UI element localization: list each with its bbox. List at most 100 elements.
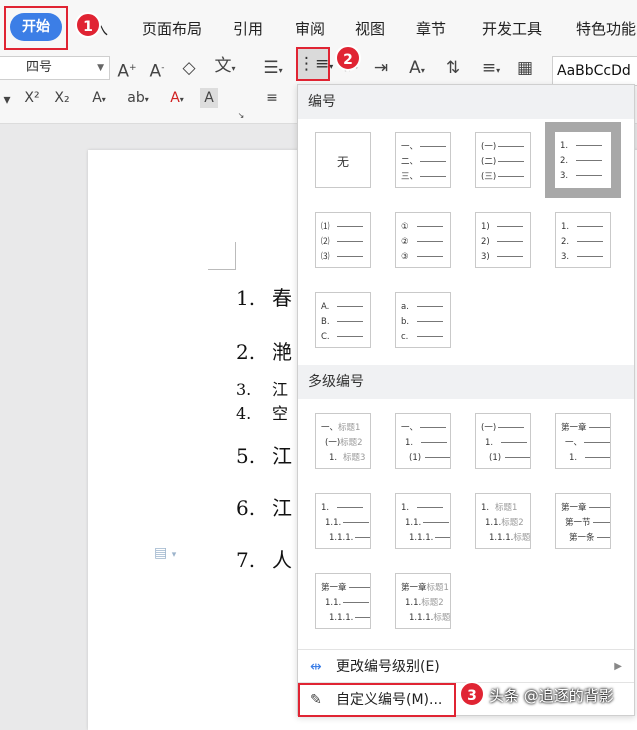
multilevel-option[interactable]: 一、标题1 (一)标题2 1. 标题3 [315, 413, 371, 469]
cell-row-label: (三) [481, 172, 497, 182]
multilevel-option[interactable]: 一、 1. (1) [395, 413, 451, 469]
numbering-option[interactable]: 1) 2) 3) [475, 212, 531, 268]
cell-row-label: 1.1.1. [409, 533, 434, 543]
cell-row: (1) [401, 452, 450, 464]
bullet-list-icon[interactable]: ☰▾ [258, 58, 288, 81]
multilevel-option[interactable]: 1. 标题1 1.1.标题2 1.1.1.标题3 [475, 493, 531, 549]
cell-row-label: 三、 [401, 172, 419, 182]
list-item[interactable]: 5. 江 [236, 440, 292, 469]
numbering-option[interactable]: 一、 二、 三、 [395, 132, 451, 188]
cell-row: 1.1. [321, 597, 370, 609]
tab-section[interactable]: 章节 [416, 18, 446, 39]
cell-row: 3. [561, 251, 606, 263]
cell-row-line [337, 256, 363, 257]
tab-review[interactable]: 审阅 [295, 18, 325, 39]
cell-row-label: 1) [481, 222, 490, 232]
superscript-icon[interactable]: X² [20, 88, 44, 108]
tab-page-layout[interactable]: 页面布局 [142, 18, 202, 39]
numbered-list-icon: ⋮≡ [298, 54, 330, 74]
cell-preview: 第一章标题1 1.1.标题2 1.1.1.标题3 [396, 574, 450, 628]
line-spacing-icon[interactable]: ≡▾ [476, 58, 506, 81]
indent-level-icon: ⇹ [310, 659, 322, 675]
step-badge-2: 2 [335, 45, 361, 71]
cell-row-line [498, 161, 525, 162]
style-preview[interactable]: AaBbCcDd [552, 56, 637, 86]
list-item[interactable]: 7. 人 [236, 544, 292, 573]
cell-row: 1. [561, 452, 610, 464]
align-left-icon[interactable]: ≡ [262, 88, 282, 108]
cell-row: 三、 [401, 171, 447, 183]
font-dialog-launcher-icon[interactable]: ↘ [236, 106, 246, 126]
table-icon[interactable]: ▦ [514, 58, 536, 78]
multilevel-option[interactable]: 1. 1.1. 1.1.1. [315, 493, 371, 549]
cell-row-label: 1. [405, 438, 414, 448]
pinyin-icon[interactable]: 文▾ [210, 56, 240, 79]
numbering-option[interactable]: (一) (二) (三) [475, 132, 531, 188]
char-spacing-icon[interactable]: A▾ [402, 58, 432, 81]
cell-row-label: c. [401, 332, 409, 342]
cell-row-line [505, 457, 530, 458]
multilevel-option[interactable]: 第一章 一、 1. [555, 413, 611, 469]
numbering-option[interactable]: 1. 2. 3. [545, 122, 621, 198]
cell-row: 1. [321, 502, 366, 514]
numbering-option[interactable]: A. B. C. [315, 292, 371, 348]
list-item[interactable]: 1. 春 [236, 282, 292, 311]
numbering-option[interactable]: ⑴ ⑵ ⑶ [315, 212, 371, 268]
subscript-icon[interactable]: X₂ [50, 88, 74, 108]
multilevel-option[interactable]: 第一章 第一节 第一条 [555, 493, 611, 549]
none-label: 无 [336, 155, 349, 169]
highlight-icon[interactable]: ab▾ [122, 88, 154, 110]
cell-preview: A. B. C. [316, 293, 370, 347]
char-shading-icon[interactable]: A [200, 88, 218, 108]
increase-indent-icon[interactable]: ⇥ [370, 58, 392, 78]
cell-row-label: 2. [560, 156, 569, 166]
tab-developer[interactable]: 开发工具 [482, 18, 542, 39]
chevron-down-icon: ▾ [329, 62, 334, 71]
cell-row-label: 一、 [401, 142, 419, 152]
cell-row-line [576, 145, 602, 146]
font-size-select[interactable]: 四号 ▼ [0, 56, 110, 80]
list-item[interactable]: 3. 江 [236, 376, 288, 400]
clear-format-icon[interactable]: ◇ [178, 58, 200, 78]
watermark: 头条 @追逐的背影 [489, 687, 614, 705]
underline-more-icon[interactable]: ▾ [0, 90, 14, 110]
multilevel-option[interactable]: 第一章标题1 1.1.标题2 1.1.1.标题3 [395, 573, 451, 629]
cell-row-label: ⑵ [321, 237, 330, 247]
numbering-option[interactable]: 1. 2. 3. [555, 212, 611, 268]
change-level-menu-item[interactable]: ⇹ 更改编号级别(E) ▶ [298, 652, 634, 682]
tab-start[interactable]: 开始 [10, 13, 62, 41]
cell-row-line [577, 256, 603, 257]
cell-row: 1.1.1. [401, 532, 450, 544]
cell-row-label: 1.1.1. [329, 613, 354, 623]
list-item[interactable]: 6. 江 [236, 492, 292, 521]
multilevel-option[interactable]: (一) 1. (1) [475, 413, 531, 469]
sort-icon[interactable]: ⇅ [442, 58, 464, 78]
cell-row-label: 1. [481, 503, 490, 513]
cell-row-line [337, 507, 363, 508]
cell-row-label: 一、 [321, 423, 339, 433]
cell-row-label: 2) [481, 237, 490, 247]
cell-row-label: ③ [401, 252, 409, 262]
list-item[interactable]: 4. 空 [236, 400, 288, 424]
cell-row: 一、 [561, 437, 610, 449]
font-color-icon[interactable]: A▾ [162, 88, 192, 110]
paragraph-options-icon[interactable]: ▤ ▾ [154, 545, 176, 561]
shrink-font-icon[interactable]: A- [146, 58, 168, 82]
list-item[interactable]: 2. 滟 [236, 336, 292, 365]
numbering-list-button[interactable]: ⋮≡▾ [296, 47, 334, 81]
numbering-option[interactable]: a. b. c. [395, 292, 451, 348]
cell-row-line [577, 241, 603, 242]
cell-row-caption: 标题2 [501, 518, 524, 528]
tab-view[interactable]: 视图 [355, 18, 385, 39]
text-effect-icon[interactable]: A▾ [84, 88, 114, 110]
numbering-option-none[interactable]: 无 [315, 132, 371, 188]
tab-special[interactable]: 特色功能 [576, 18, 636, 39]
cell-row-label: B. [321, 317, 330, 327]
cell-row: 第一条 [561, 532, 610, 544]
multilevel-option[interactable]: 第一章 1.1. 1.1.1. [315, 573, 371, 629]
numbering-option[interactable]: ① ② ③ [395, 212, 451, 268]
tab-references[interactable]: 引用 [233, 18, 263, 39]
grow-font-icon[interactable]: A+ [116, 58, 138, 82]
cell-row: 1. 标题1 [481, 502, 526, 514]
multilevel-option[interactable]: 1. 1.1. 1.1.1. [395, 493, 451, 549]
